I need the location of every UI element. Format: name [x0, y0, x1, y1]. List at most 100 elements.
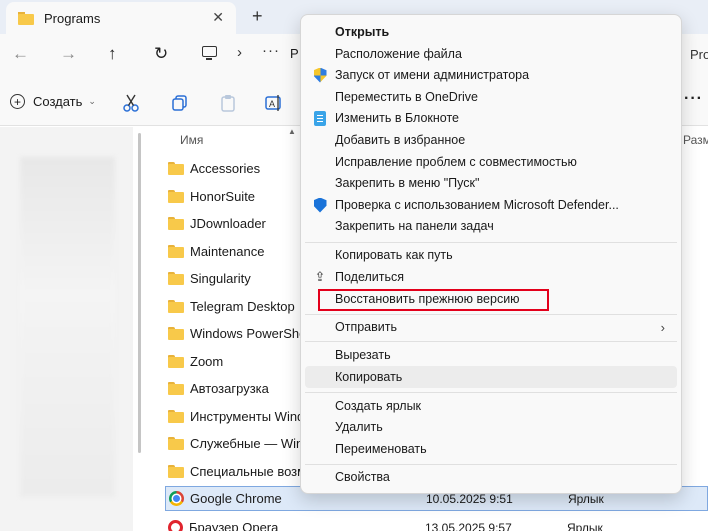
menu-item-file-location[interactable]: Расположение файла — [305, 43, 677, 65]
menu-separator — [305, 464, 677, 465]
menu-item-label: Проверка с использованием Microsoft Defe… — [335, 198, 619, 212]
menu-item-properties[interactable]: Свойства — [305, 466, 677, 488]
menu-item-label: Добавить в избранное — [335, 133, 466, 147]
refresh-icon[interactable]: ↻ — [154, 44, 168, 64]
menu-item-delete[interactable]: Удалить — [305, 416, 677, 438]
menu-item-defender-scan[interactable]: Проверка с использованием Microsoft Defe… — [305, 194, 677, 216]
menu-item-copy-as-path[interactable]: Копировать как путь — [305, 244, 677, 266]
file-name: Maintenance — [190, 243, 265, 259]
menu-item-pin-taskbar[interactable]: Закрепить на панели задач — [305, 215, 677, 237]
cut-icon[interactable] — [122, 94, 140, 112]
menu-item-open[interactable]: Открыть — [305, 21, 677, 43]
menu-item-label: Копировать — [335, 370, 403, 384]
menu-item-label: Переместить в OneDrive — [335, 90, 478, 104]
chevron-right-icon[interactable]: › — [237, 44, 242, 61]
forward-arrow-icon[interactable]: → — [60, 44, 77, 64]
list-item[interactable]: Браузер Opera 13.05.2025 9:57 Ярлык — [165, 514, 708, 531]
file-name: Telegram Desktop — [190, 298, 295, 314]
column-name[interactable]: Имя — [180, 133, 203, 147]
create-label: Создать — [33, 94, 83, 109]
defender-shield-icon — [312, 197, 328, 213]
menu-item-compat-troubleshoot[interactable]: Исправление проблем с совместимостью — [305, 151, 677, 173]
file-name: Браузер Opera — [189, 520, 279, 531]
file-name: Accessories — [190, 161, 261, 176]
folder-icon — [168, 272, 184, 285]
menu-item-cut[interactable]: Вырезать — [305, 344, 677, 366]
navigation-pane[interactable] — [0, 127, 133, 531]
tab-title: Programs — [44, 10, 101, 26]
folder-icon — [168, 217, 184, 230]
file-name: Google Chrome — [190, 491, 282, 506]
file-name: Служебные — Wind — [190, 436, 311, 451]
paste-icon[interactable] — [219, 94, 237, 112]
notepad-icon — [312, 110, 328, 126]
menu-item-label: Копировать как путь — [335, 248, 453, 262]
scrollbar-thumb[interactable] — [138, 133, 141, 453]
folder-icon — [168, 189, 184, 203]
menu-item-label: Открыть — [335, 25, 390, 39]
file-name: Специальные возмо — [190, 463, 314, 479]
menu-item-label: Создать ярлык — [335, 399, 422, 413]
plus-icon: + — [10, 94, 25, 109]
folder-icon — [168, 354, 184, 368]
rename-icon[interactable]: A — [265, 94, 283, 112]
folder-icon — [168, 327, 184, 340]
file-name: Windows PowerShell — [190, 326, 313, 341]
menu-item-edit-notepad[interactable]: Изменить в Блокноте — [305, 107, 677, 129]
menu-item-run-as-admin[interactable]: Запуск от имени администратора — [305, 64, 677, 86]
menu-item-label: Удалить — [335, 420, 383, 434]
menu-item-label: Исправление проблем с совместимостью — [335, 155, 577, 169]
copy-icon[interactable] — [171, 94, 189, 112]
search-input[interactable]: Pro — [690, 47, 708, 62]
menu-item-create-shortcut[interactable]: Создать ярлык — [305, 395, 677, 417]
create-button[interactable]: + Создать ⌄ — [10, 94, 96, 109]
chrome-icon — [169, 491, 184, 506]
file-date: 13.05.2025 9:57 — [425, 520, 512, 531]
file-name: Автозагрузка — [190, 381, 269, 396]
chevron-down-icon: ⌄ — [88, 96, 96, 106]
menu-item-rename[interactable]: Переименовать — [305, 438, 677, 460]
menu-separator — [305, 392, 677, 393]
sort-ascending-icon: ▲ — [288, 127, 296, 136]
menu-item-move-onedrive[interactable]: Переместить в OneDrive — [305, 86, 677, 108]
menu-separator — [305, 314, 677, 315]
tab-programs[interactable]: Programs ✕ — [6, 2, 236, 34]
file-name: Singularity — [190, 271, 251, 286]
breadcrumb[interactable]: P — [290, 46, 299, 61]
folder-icon — [168, 299, 184, 313]
file-name: Zoom — [190, 353, 224, 369]
menu-item-share[interactable]: ⇪ Поделиться — [305, 266, 677, 288]
folder-icon — [168, 409, 184, 423]
context-menu: Открыть Расположение файла Запуск от име… — [300, 14, 682, 494]
opera-icon — [168, 520, 183, 531]
folder-icon — [168, 437, 184, 450]
share-icon: ⇪ — [314, 269, 326, 284]
menu-item-send-to[interactable]: Отправить › — [305, 316, 677, 338]
file-name: Инструменты Windo — [190, 408, 312, 424]
uac-shield-icon — [312, 67, 328, 83]
column-size[interactable]: Разм — [683, 133, 708, 147]
svg-text:A: A — [269, 99, 275, 109]
folder-icon — [168, 464, 184, 478]
menu-item-label: Запуск от имени администратора — [335, 68, 530, 82]
menu-item-label: Переименовать — [335, 442, 427, 456]
up-arrow-icon[interactable]: ↑ — [108, 44, 117, 64]
file-name: JDownloader — [190, 216, 266, 231]
menu-item-label: Вырезать — [335, 348, 391, 362]
breadcrumb-overflow-button[interactable]: ··· — [262, 42, 280, 59]
close-icon[interactable]: ✕ — [212, 9, 224, 26]
menu-item-pin-start[interactable]: Закрепить в меню "Пуск" — [305, 172, 677, 194]
menu-item-copy[interactable]: Копировать — [305, 366, 677, 388]
nav-pane-scrollbar[interactable] — [137, 127, 143, 527]
folder-icon — [168, 244, 184, 258]
menu-item-label: Закрепить на панели задач — [335, 219, 494, 233]
menu-item-label: Поделиться — [335, 270, 405, 284]
menu-item-label: Закрепить в меню "Пуск" — [335, 176, 480, 190]
new-tab-button[interactable]: + — [252, 6, 263, 27]
back-arrow-icon[interactable]: ← — [12, 44, 29, 64]
computer-icon[interactable] — [202, 46, 217, 60]
more-options-icon[interactable]: ··· — [684, 90, 703, 108]
menu-item-add-favorites[interactable]: Добавить в избранное — [305, 129, 677, 151]
menu-item-label: Расположение файла — [335, 47, 462, 61]
folder-icon — [18, 11, 34, 25]
